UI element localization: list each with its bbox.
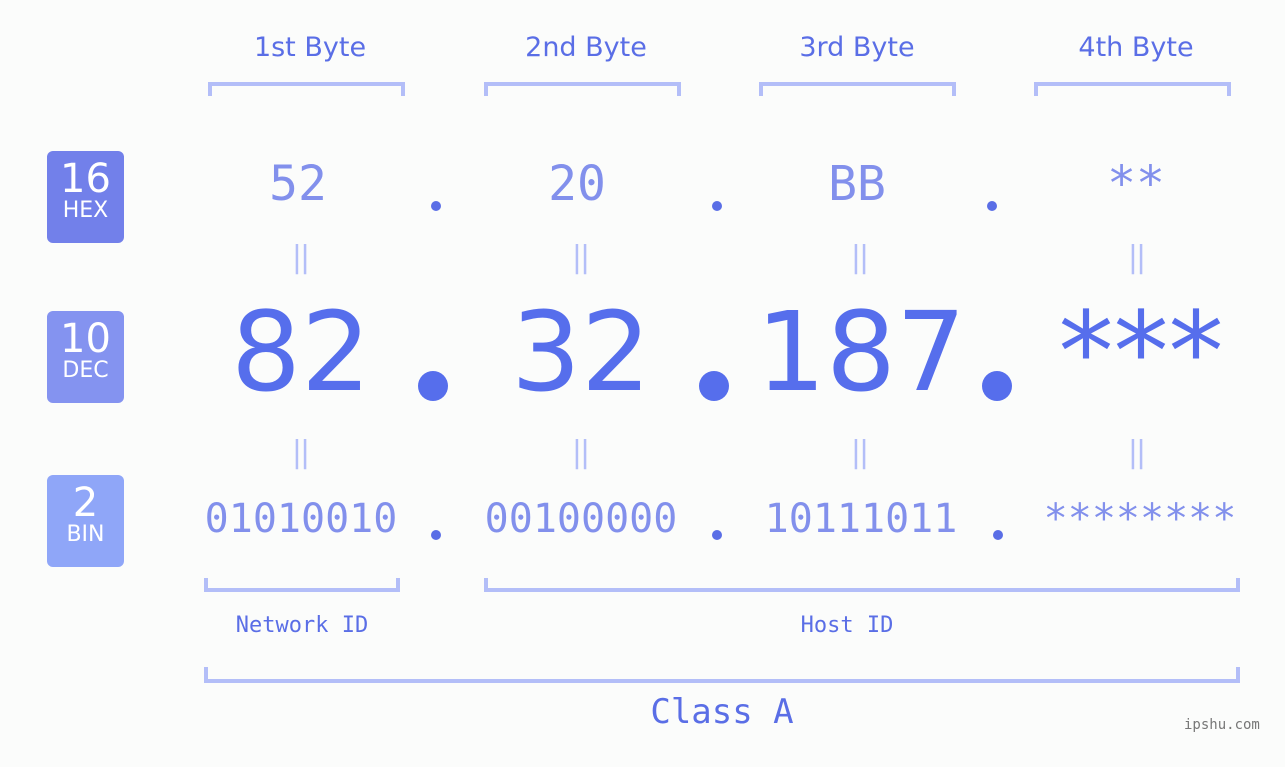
dec-dot-1 (418, 371, 448, 401)
dec-badge: 10 DEC (47, 311, 124, 403)
hex-byte-1: 52 (269, 156, 327, 212)
bin-byte-2: 00100000 (484, 496, 678, 542)
host-id-label: Host ID (800, 613, 894, 638)
byte-header-4: 4th Byte (1078, 32, 1194, 63)
dec-badge-label: DEC (62, 358, 109, 383)
equals-hex-dec-4: || (1127, 240, 1146, 275)
dec-byte-3: 187 (756, 288, 966, 416)
bin-badge-label: BIN (66, 522, 105, 547)
class-bracket (204, 667, 1240, 683)
byte-header-1: 1st Byte (253, 32, 367, 63)
bin-dot-3 (993, 530, 1003, 540)
equals-hex-dec-2: || (571, 240, 590, 275)
dec-dot-2 (699, 371, 729, 401)
byte-bracket-4 (1034, 82, 1231, 96)
dec-badge-number: 10 (60, 316, 111, 362)
byte-bracket-3 (759, 82, 956, 96)
network-id-label: Network ID (235, 613, 369, 638)
byte-bracket-1 (208, 82, 405, 96)
equals-dec-bin-3: || (850, 435, 869, 470)
bin-dot-1 (431, 530, 441, 540)
host-id-bracket (484, 578, 1240, 592)
hex-badge: 16 HEX (47, 151, 124, 243)
dec-byte-2: 32 (511, 288, 651, 416)
hex-byte-2: 20 (548, 156, 606, 212)
equals-hex-dec-3: || (850, 240, 869, 275)
hex-dot-1 (431, 201, 441, 211)
hex-dot-2 (712, 201, 722, 211)
dec-byte-4: *** (1058, 288, 1224, 416)
network-id-bracket (204, 578, 400, 592)
dec-byte-1: 82 (231, 288, 371, 416)
byte-header-3: 3rd Byte (799, 32, 915, 63)
bin-byte-3: 10111011 (764, 496, 958, 542)
hex-byte-3: BB (828, 156, 886, 212)
bin-badge-number: 2 (72, 480, 99, 526)
hex-byte-4: ** (1107, 156, 1165, 212)
equals-dec-bin-4: || (1127, 435, 1146, 470)
byte-bracket-2 (484, 82, 681, 96)
bin-byte-4: ******** (1043, 496, 1237, 542)
bin-byte-1: 01010010 (204, 496, 398, 542)
hex-badge-label: HEX (62, 198, 109, 223)
equals-dec-bin-1: || (291, 435, 310, 470)
hex-badge-number: 16 (60, 156, 111, 202)
brand-watermark: ipshu.com (1184, 717, 1260, 733)
hex-dot-3 (987, 201, 997, 211)
bin-badge: 2 BIN (47, 475, 124, 567)
equals-dec-bin-2: || (571, 435, 590, 470)
bin-dot-2 (712, 530, 722, 540)
equals-hex-dec-1: || (291, 240, 310, 275)
dec-dot-3 (982, 371, 1012, 401)
byte-header-2: 2nd Byte (525, 32, 647, 63)
class-label: Class A (650, 692, 794, 732)
